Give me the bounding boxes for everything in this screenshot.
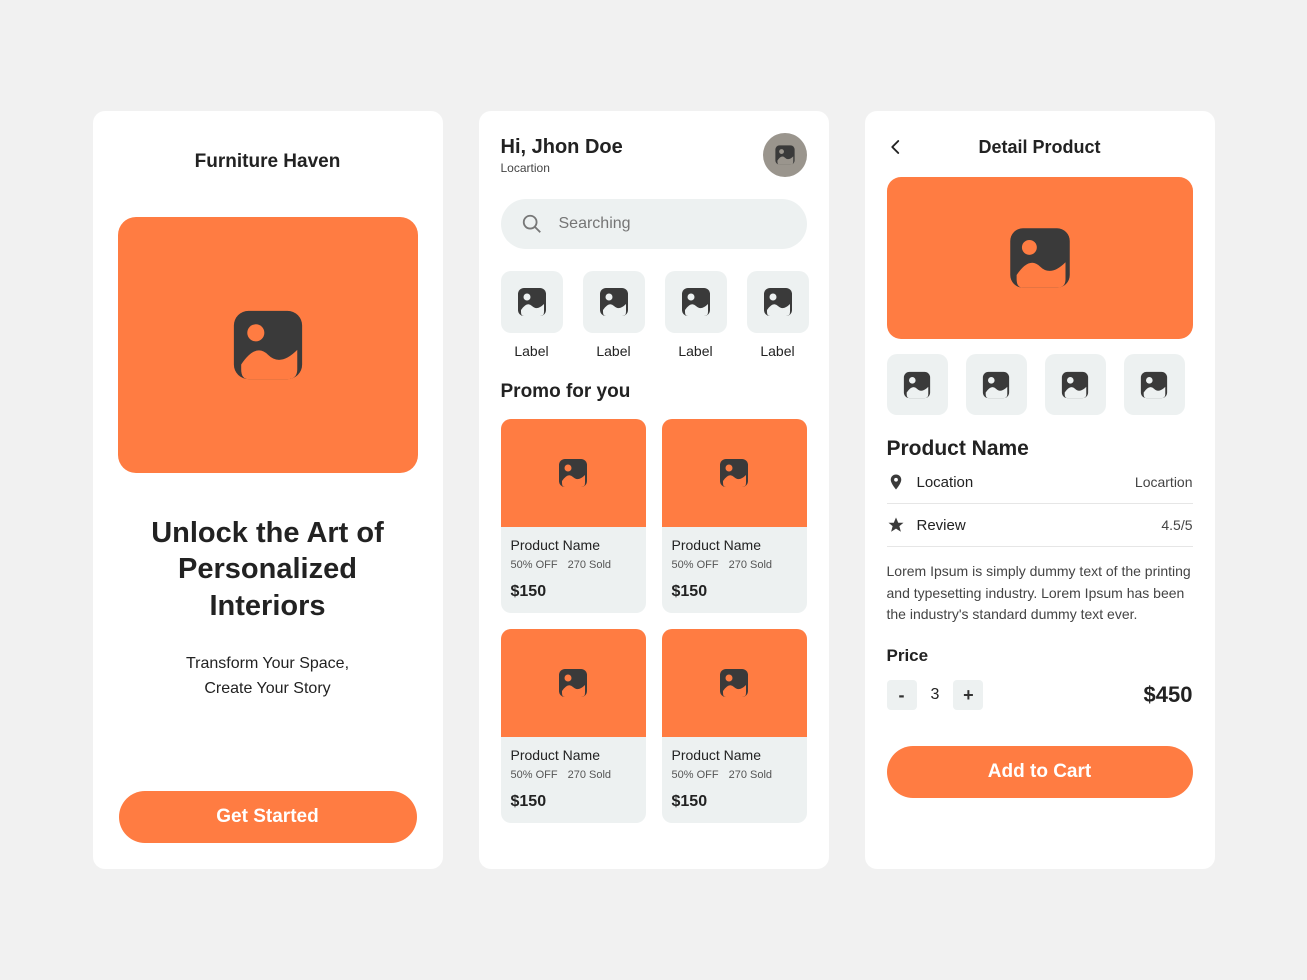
promo-title: Promo for you	[501, 381, 807, 403]
review-value: 4.5/5	[1161, 517, 1192, 533]
product-card[interactable]: Product Name 50% OFF270 Sold $150	[501, 419, 646, 613]
subheadline: Transform Your Space, Create Your Story	[186, 652, 349, 702]
category-label: Label	[596, 343, 630, 359]
thumbnail[interactable]	[966, 354, 1027, 415]
image-icon	[762, 286, 794, 318]
category-label: Label	[678, 343, 712, 359]
avatar[interactable]	[763, 133, 807, 177]
thumbnail[interactable]	[1045, 354, 1106, 415]
product-name: Product Name	[672, 537, 797, 553]
product-card[interactable]: Product Name 50% OFF270 Sold $150	[662, 629, 807, 823]
image-icon	[557, 667, 589, 699]
qty-decrease-button[interactable]: -	[887, 680, 917, 710]
qty-increase-button[interactable]: +	[953, 680, 983, 710]
category-label: Label	[514, 343, 548, 359]
greeting-text: Hi, Jhon Doe	[501, 136, 623, 159]
image-icon	[718, 457, 750, 489]
product-name: Product Name	[672, 747, 797, 763]
image-icon	[774, 144, 796, 166]
headline: Unlock the Art of Personalized Interiors	[119, 515, 417, 624]
detail-screen: Detail Product Product Name Location Loc…	[865, 111, 1215, 869]
image-icon	[680, 286, 712, 318]
category-item[interactable]: Label	[583, 271, 645, 359]
location-label: Location	[917, 474, 974, 491]
product-card[interactable]: Product Name 50% OFF270 Sold $150	[662, 419, 807, 613]
onboarding-screen: Furniture Haven Unlock the Art of Person…	[93, 111, 443, 869]
thumbnail-row	[887, 354, 1193, 415]
total-price: $450	[1144, 682, 1193, 708]
image-icon	[981, 370, 1011, 400]
thumbnail[interactable]	[1124, 354, 1185, 415]
product-name: Product Name	[511, 537, 636, 553]
product-description: Lorem Ipsum is simply dummy text of the …	[887, 561, 1193, 626]
image-icon	[1139, 370, 1169, 400]
image-icon	[1060, 370, 1090, 400]
back-icon[interactable]	[887, 138, 905, 156]
search-input[interactable]	[559, 215, 787, 233]
location-value: Locartion	[1135, 474, 1193, 490]
product-price: $150	[511, 583, 636, 601]
home-header: Hi, Jhon Doe Locartion	[501, 133, 807, 177]
category-item[interactable]: Label	[501, 271, 563, 359]
category-item[interactable]: Label	[665, 271, 727, 359]
add-to-cart-button[interactable]: Add to Cart	[887, 746, 1193, 798]
location-text: Locartion	[501, 161, 623, 175]
quantity-stepper: - 3 +	[887, 680, 984, 710]
image-icon	[1006, 224, 1074, 292]
product-price: $150	[511, 793, 636, 811]
price-row: - 3 + $450	[887, 680, 1193, 710]
home-screen: Hi, Jhon Doe Locartion Label Label Label…	[479, 111, 829, 869]
image-icon	[229, 306, 307, 384]
location-row: Location Locartion	[887, 461, 1193, 504]
category-item[interactable]: Label	[747, 271, 809, 359]
image-icon	[516, 286, 548, 318]
price-label: Price	[887, 646, 1193, 666]
product-price: $150	[672, 793, 797, 811]
image-icon	[902, 370, 932, 400]
detail-image	[887, 177, 1193, 339]
pin-icon	[887, 473, 905, 491]
brand-title: Furniture Haven	[195, 151, 341, 173]
review-label: Review	[917, 517, 966, 534]
review-row: Review 4.5/5	[887, 504, 1193, 547]
image-icon	[557, 457, 589, 489]
search-icon	[521, 213, 543, 235]
thumbnail[interactable]	[887, 354, 948, 415]
image-icon	[598, 286, 630, 318]
page-title: Detail Product	[978, 137, 1100, 158]
detail-header: Detail Product	[887, 133, 1193, 161]
get-started-button[interactable]: Get Started	[119, 791, 417, 843]
image-icon	[718, 667, 750, 699]
product-card[interactable]: Product Name 50% OFF270 Sold $150	[501, 629, 646, 823]
product-name: Product Name	[887, 437, 1193, 461]
category-row: Label Label Label Label	[501, 271, 807, 359]
product-name: Product Name	[511, 747, 636, 763]
product-price: $150	[672, 583, 797, 601]
search-field[interactable]	[501, 199, 807, 249]
qty-value: 3	[931, 686, 940, 704]
star-icon	[887, 516, 905, 534]
hero-image	[118, 217, 418, 473]
product-grid: Product Name 50% OFF270 Sold $150 Produc…	[501, 419, 807, 823]
category-label: Label	[760, 343, 794, 359]
